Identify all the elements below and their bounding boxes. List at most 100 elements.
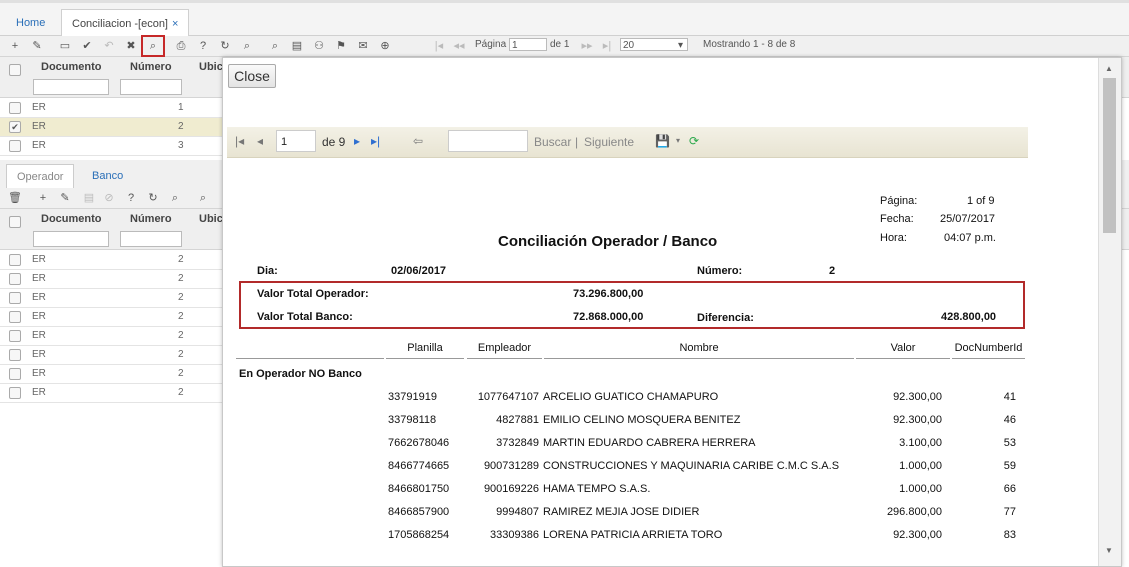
row-checkbox[interactable]	[9, 387, 21, 399]
cell-docnumberid: 66	[1003, 483, 1016, 495]
row-checkbox[interactable]	[9, 292, 21, 304]
edit-icon[interactable]: ✎	[58, 191, 72, 205]
cell-documento: ER	[32, 349, 46, 360]
table-row[interactable]: ER 2	[0, 270, 222, 289]
filter-documento-input[interactable]	[33, 79, 109, 95]
table-row[interactable]: ER 2	[0, 384, 222, 403]
col-documento[interactable]: Documento	[41, 61, 102, 73]
help-icon[interactable]: ?	[196, 39, 210, 53]
row-checkbox[interactable]	[9, 330, 21, 342]
back-icon[interactable]: ⇦	[413, 134, 423, 148]
col-blank	[236, 341, 384, 359]
row-checkbox[interactable]	[9, 349, 21, 361]
page-size-select[interactable]: 20 ▾	[620, 38, 688, 51]
row-checkbox[interactable]	[9, 140, 21, 152]
row-checkbox-checked[interactable]: ✔	[9, 121, 21, 133]
mail-icon[interactable]: ✉	[356, 39, 370, 53]
cell-valor: 1.000,00	[899, 460, 942, 472]
scroll-thumb[interactable]	[1103, 78, 1116, 233]
next-match-link[interactable]: Siguiente	[584, 135, 634, 149]
page-input[interactable]: 1	[509, 38, 547, 51]
next-page-icon[interactable]: ▸▸	[580, 39, 594, 53]
cancel-icon[interactable]: ⊘	[102, 191, 116, 205]
last-page-icon[interactable]: ▸|	[371, 134, 380, 148]
table-row[interactable]: ER 1	[0, 99, 222, 118]
report-scrollbar[interactable]: ▲ ▼	[1098, 58, 1121, 566]
table-row[interactable]: ER 2	[0, 327, 222, 346]
row-checkbox[interactable]	[9, 102, 21, 114]
tab-banco[interactable]: Banco	[82, 164, 133, 188]
tab-operador[interactable]: Operador	[6, 164, 75, 188]
table-row[interactable]: ER 2	[0, 365, 222, 384]
cell-documento: ER	[32, 292, 46, 303]
find-icon[interactable]: ⌕	[196, 191, 210, 205]
zoom-icon[interactable]: ⌕	[240, 39, 254, 53]
chat-icon[interactable]: ▤	[290, 39, 304, 53]
page-label: Página	[475, 39, 507, 50]
filter-numero-input[interactable]	[120, 79, 182, 95]
prev-page-icon[interactable]: ◂◂	[452, 39, 466, 53]
deselect-icon[interactable]: ▭	[58, 39, 72, 53]
select-all-checkbox[interactable]	[9, 64, 21, 76]
undo-icon[interactable]: ↶	[102, 39, 116, 53]
cell-valor: 1.000,00	[899, 483, 942, 495]
col-ubic[interactable]: Ubic	[199, 213, 223, 225]
delete-icon[interactable]: ✖	[124, 39, 138, 53]
col-documento[interactable]: Documento	[41, 213, 102, 225]
help-icon[interactable]: ?	[124, 191, 138, 205]
fecha-value: 25/07/2017	[940, 213, 996, 225]
search-link[interactable]: Buscar	[534, 135, 571, 149]
save-icon[interactable]: ▤	[82, 191, 96, 205]
last-page-icon[interactable]: ▸|	[600, 39, 614, 53]
find-icon[interactable]: ⌕	[268, 39, 282, 53]
table-row[interactable]: ER 2	[0, 251, 222, 270]
scroll-up-icon[interactable]: ▲	[1105, 64, 1113, 73]
scroll-down-icon[interactable]: ▼	[1105, 546, 1113, 555]
tab-conciliacion[interactable]: Conciliacion -[econ] ×	[61, 9, 190, 37]
user-icon[interactable]: ⚇	[312, 39, 326, 53]
search-report-icon[interactable]: ⌕	[141, 35, 165, 57]
refresh-icon[interactable]: ↻	[218, 39, 232, 53]
table-row[interactable]: ER 2	[0, 308, 222, 327]
showing-count: Mostrando 1 - 8 de 8	[703, 39, 796, 50]
row-checkbox[interactable]	[9, 254, 21, 266]
trash-icon[interactable]: 🗑	[8, 191, 22, 205]
close-button[interactable]: Close	[228, 64, 276, 88]
row-checkbox[interactable]	[9, 311, 21, 323]
table-row[interactable]: ER 2	[0, 346, 222, 365]
edit-icon[interactable]: ✎	[30, 39, 44, 53]
report-page-input[interactable]: 1	[276, 130, 316, 152]
add-icon[interactable]: +	[8, 39, 22, 53]
report-search-input[interactable]	[448, 130, 528, 152]
add-icon[interactable]: +	[36, 191, 50, 205]
refresh-icon[interactable]: ⟳	[689, 134, 699, 148]
table-row[interactable]: ER 2	[0, 289, 222, 308]
close-tab-icon[interactable]: ×	[172, 18, 178, 30]
print-icon[interactable]: ⎙	[174, 39, 188, 53]
zoom-icon[interactable]: ⌕	[168, 191, 182, 205]
export-dropdown-icon[interactable]: ▾	[676, 136, 680, 145]
cell-valor: 296.800,00	[886, 506, 942, 518]
filter-documento-input[interactable]	[33, 231, 109, 247]
table-row-selected[interactable]: ✔ ER 2	[0, 118, 222, 137]
first-page-icon[interactable]: |◂	[432, 39, 446, 53]
pin-icon[interactable]: ⚑	[334, 39, 348, 53]
select-all-checkbox[interactable]	[9, 216, 21, 228]
export-icon[interactable]: 💾	[655, 134, 670, 148]
first-page-icon[interactable]: |◂	[235, 134, 244, 148]
save-icon[interactable]: ✔	[80, 39, 94, 53]
plus-circle-icon[interactable]: ⊕	[378, 39, 392, 53]
prev-page-icon[interactable]: ◂	[257, 134, 263, 148]
refresh-icon[interactable]: ↻	[146, 191, 160, 205]
col-numero[interactable]: Número	[130, 213, 172, 225]
row-checkbox[interactable]	[9, 368, 21, 380]
tab-home[interactable]: Home	[6, 9, 55, 37]
cell-numero: 2	[178, 349, 184, 360]
next-page-icon[interactable]: ▸	[354, 134, 360, 148]
table-row[interactable]: ER 3	[0, 137, 222, 156]
dia-value: 02/06/2017	[391, 265, 447, 277]
row-checkbox[interactable]	[9, 273, 21, 285]
col-numero[interactable]: Número	[130, 61, 172, 73]
filter-numero-input[interactable]	[120, 231, 182, 247]
col-ubic[interactable]: Ubic	[199, 61, 223, 73]
